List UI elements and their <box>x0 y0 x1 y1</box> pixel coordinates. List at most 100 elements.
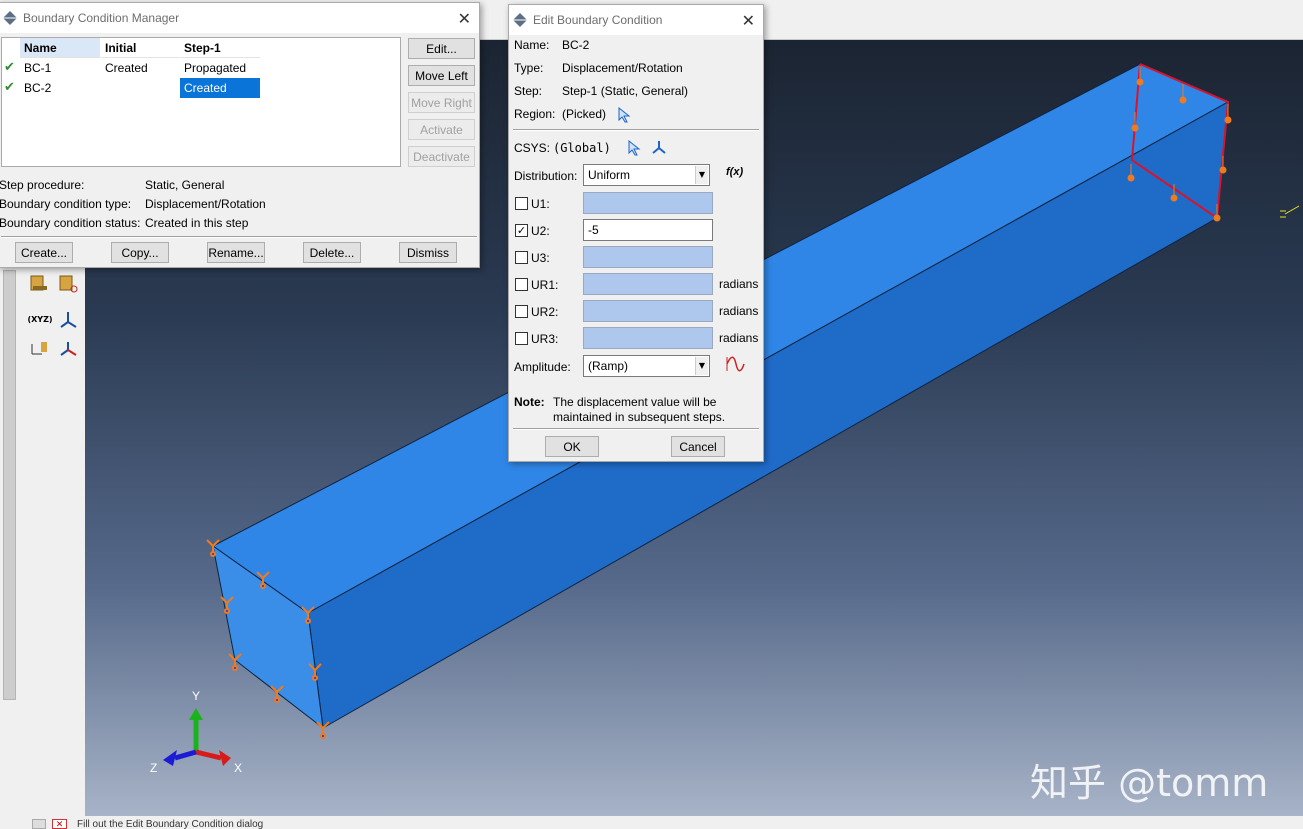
note-text-line2: maintained in subsequent steps. <box>553 410 726 424</box>
csys-datum-tool-icon[interactable] <box>55 306 81 332</box>
analytical-field-button[interactable]: f(x) <box>726 166 743 178</box>
step-label: Step: <box>514 84 543 98</box>
remote-csys-marker <box>1280 205 1300 218</box>
close-icon[interactable]: ✕ <box>458 9 471 28</box>
left-scrollbar[interactable] <box>3 270 16 700</box>
bc-manager-separator <box>1 236 477 238</box>
edit-bc-dialog: Edit Boundary Condition ✕ Name: BC-2 Typ… <box>508 4 764 462</box>
edit-bc-title: Edit Boundary Condition <box>533 13 663 27</box>
ur3-label: UR3: <box>531 332 559 346</box>
close-icon[interactable]: ✕ <box>742 11 755 30</box>
type-value: Displacement/Rotation <box>562 61 683 75</box>
activate-button[interactable]: Activate <box>408 119 475 140</box>
u2-label: U2: <box>531 224 550 238</box>
ur1-checkbox[interactable] <box>515 278 528 291</box>
u2-field[interactable]: -5 <box>583 219 713 241</box>
section-separator <box>513 129 759 131</box>
type-label: Type: <box>514 61 544 75</box>
bc-manager-dialog: Boundary Condition Manager ✕ Name Initia… <box>0 2 480 268</box>
distribution-label: Distribution: <box>514 169 578 183</box>
active-check-icon: ✔ <box>4 80 15 95</box>
status-bar: ✕ Fill out the Edit Boundary Condition d… <box>0 816 1303 829</box>
create-amplitude-icon[interactable] <box>725 355 745 376</box>
table-row-name[interactable]: BC-1 <box>20 58 100 78</box>
abaqus-app-icon <box>3 11 17 25</box>
name-value: BC-2 <box>562 38 590 52</box>
u1-field[interactable] <box>583 192 713 214</box>
ur1-label: UR1: <box>531 278 559 292</box>
ur2-field[interactable] <box>583 300 713 322</box>
cancel-button[interactable]: Cancel <box>671 436 725 457</box>
edit-bc-titlebar: Edit Boundary Condition ✕ <box>509 5 763 35</box>
step-value: Step-1 (Static, General) <box>562 84 689 98</box>
table-row-step1[interactable]: Propagated <box>180 58 260 78</box>
triad-y-label: Y <box>192 689 200 703</box>
region-value: (Picked) <box>562 107 607 121</box>
note-label: Note: <box>514 395 545 409</box>
ur3-unit: radians <box>719 331 759 345</box>
axis-triad: Y X Z <box>150 689 242 775</box>
u3-label: U3: <box>531 251 550 265</box>
name-label: Name: <box>514 38 550 52</box>
csys-plane-tool-icon[interactable] <box>26 334 52 360</box>
note-text-line1: The displacement value will be <box>553 395 717 409</box>
table-row-initial[interactable] <box>101 78 179 98</box>
ur3-checkbox[interactable] <box>515 332 528 345</box>
bc-manager-titlebar: Boundary Condition Manager ✕ <box>0 3 479 33</box>
step-procedure-label: Step procedure: <box>0 178 85 192</box>
move-left-button[interactable]: Move Left <box>408 65 475 86</box>
ur2-label: UR2: <box>531 305 559 319</box>
bc-manager-title: Boundary Condition Manager <box>23 11 180 25</box>
edit-button[interactable]: Edit... <box>408 38 475 59</box>
distribution-selected-value: Uniform <box>588 168 631 182</box>
csys-xyz-tool-icon[interactable]: (XYZ) <box>26 306 54 332</box>
csys-value: (Global) <box>553 141 611 155</box>
triad-x-label: X <box>234 761 242 775</box>
ur1-field[interactable] <box>583 273 713 295</box>
col-header-initial[interactable]: Initial <box>101 38 179 58</box>
cancel-procedure-icon[interactable]: ✕ <box>52 819 67 829</box>
watermark: 知乎 @tomm <box>1030 761 1269 805</box>
dismiss-button[interactable]: Dismiss <box>399 242 457 263</box>
bc-manager-tool-icon[interactable] <box>26 270 52 296</box>
ur2-checkbox[interactable] <box>515 305 528 318</box>
bc-edit-tool-icon[interactable] <box>55 270 81 296</box>
ok-button[interactable]: OK <box>545 436 599 457</box>
status-prev-icon[interactable] <box>32 819 46 829</box>
select-region-arrow-icon[interactable] <box>617 106 631 126</box>
u1-checkbox[interactable] <box>515 197 528 210</box>
status-prompt: Fill out the Edit Boundary Condition dia… <box>77 819 264 829</box>
table-row-name[interactable]: BC-2 <box>20 78 100 98</box>
bc-status-label: Boundary condition status: <box>0 216 141 230</box>
bc-type-label: Boundary condition type: <box>0 197 132 211</box>
ur3-field[interactable] <box>583 327 713 349</box>
chevron-down-icon: ▼ <box>695 357 708 375</box>
distribution-select[interactable]: Uniform ▼ <box>583 164 710 186</box>
select-csys-arrow-icon[interactable] <box>627 139 641 159</box>
table-row-step1-selected[interactable]: Created <box>180 78 260 98</box>
csys-rect-tool-icon[interactable] <box>55 334 81 360</box>
table-row-initial[interactable]: Created <box>101 58 179 78</box>
deactivate-button[interactable]: Deactivate <box>408 146 475 167</box>
u3-checkbox[interactable] <box>515 251 528 264</box>
button-separator <box>513 428 759 430</box>
col-header-name[interactable]: Name <box>20 38 100 58</box>
amplitude-selected-value: (Ramp) <box>588 359 629 373</box>
bc-table: Name Initial Step-1 ✔ BC-1 Created Propa… <box>1 37 401 167</box>
delete-button[interactable]: Delete... <box>303 242 361 263</box>
u3-field[interactable] <box>583 246 713 268</box>
amplitude-label: Amplitude: <box>514 360 571 374</box>
active-check-icon: ✔ <box>4 60 15 75</box>
u1-label: U1: <box>531 197 550 211</box>
move-right-button[interactable]: Move Right <box>408 92 475 113</box>
csys-label: CSYS: <box>514 141 551 155</box>
create-button[interactable]: Create... <box>15 242 73 263</box>
create-csys-icon[interactable] <box>651 139 667 158</box>
ur1-unit: radians <box>719 277 759 291</box>
rename-button[interactable]: Rename... <box>207 242 265 263</box>
abaqus-app-icon <box>513 13 527 27</box>
amplitude-select[interactable]: (Ramp) ▼ <box>583 355 710 377</box>
col-header-step1[interactable]: Step-1 <box>180 38 260 58</box>
copy-button[interactable]: Copy... <box>111 242 169 263</box>
u2-checkbox[interactable]: ✓ <box>515 224 528 237</box>
